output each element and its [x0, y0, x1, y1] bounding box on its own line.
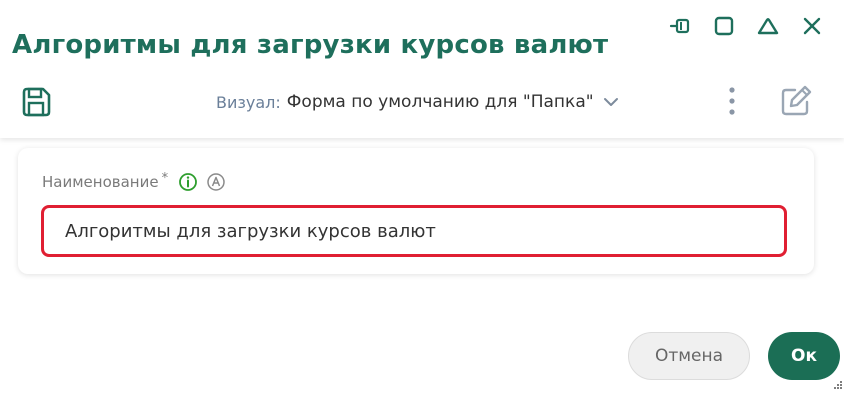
more-vertical-icon: [728, 86, 736, 120]
dialog-window: Алгоритмы для загрузки курсов валют Визу…: [0, 0, 844, 389]
more-options-button[interactable]: [722, 86, 742, 120]
page-title: Алгоритмы для загрузки курсов валют: [12, 30, 609, 60]
collapse-icon: [756, 15, 780, 41]
resize-grip-icon[interactable]: [833, 375, 843, 389]
cancel-button[interactable]: Отмена: [628, 332, 750, 380]
visual-label: Визуал:: [216, 92, 281, 112]
collapse-button[interactable]: [754, 14, 782, 42]
maximize-button[interactable]: [710, 14, 738, 42]
maximize-icon: [713, 15, 735, 41]
required-mark: *: [161, 170, 169, 186]
pin-icon: [669, 15, 691, 41]
name-input[interactable]: Алгоритмы для загрузки курсов валют: [41, 205, 787, 257]
edit-icon: [779, 84, 813, 122]
name-field-label: Наименование: [42, 173, 159, 191]
pin-button[interactable]: [666, 14, 694, 42]
name-field-label-row: Наименование *: [42, 170, 226, 192]
edit-button[interactable]: [778, 85, 814, 121]
save-icon: [19, 85, 53, 123]
window-controls: [666, 14, 826, 42]
form-card: Наименование * Алгоритмы для загрузки ку…: [18, 148, 814, 274]
visual-dropdown[interactable]: Визуал: Форма по умолчанию для "Папка": [216, 92, 620, 112]
ok-button[interactable]: Ок: [768, 332, 840, 380]
info-icon[interactable]: [178, 172, 198, 192]
chevron-down-icon: [602, 96, 620, 108]
dialog-header: Алгоритмы для загрузки курсов валют Визу…: [0, 0, 844, 138]
translate-icon[interactable]: [206, 172, 226, 192]
save-button[interactable]: [18, 86, 54, 122]
visual-value: Форма по умолчанию для "Папка": [286, 92, 594, 112]
close-button[interactable]: [798, 14, 826, 42]
close-icon: [801, 15, 823, 41]
